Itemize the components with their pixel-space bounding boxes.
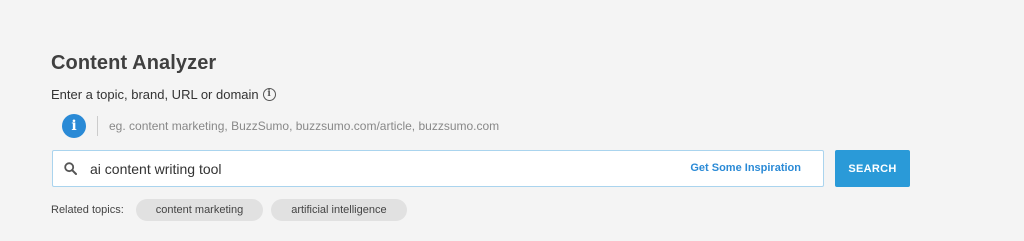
topic-chip-artificial-intelligence[interactable]: artificial intelligence [271, 199, 407, 221]
hint-row: i eg. content marketing, BuzzSumo, buzzs… [62, 114, 499, 138]
hint-text: eg. content marketing, BuzzSumo, buzzsum… [109, 119, 500, 133]
search-button[interactable]: SEARCH [835, 150, 910, 187]
page-title: Content Analyzer [51, 52, 217, 74]
topic-chip-content-marketing[interactable]: content marketing [135, 199, 264, 221]
subtitle-text: Enter a topic, brand, URL or domain [51, 87, 259, 102]
search-box[interactable]: Get Some Inspiration [52, 150, 824, 187]
search-input[interactable] [90, 160, 650, 177]
page-subtitle: Enter a topic, brand, URL or domain i [51, 87, 276, 102]
related-topics: Related topics: content marketing artifi… [51, 199, 415, 221]
related-topics-label: Related topics: [51, 204, 124, 216]
search-icon [63, 162, 77, 176]
get-inspiration-link[interactable]: Get Some Inspiration [690, 162, 801, 174]
info-circle-icon: i [62, 114, 86, 138]
info-icon[interactable]: i [262, 88, 276, 101]
hint-divider [97, 116, 98, 136]
